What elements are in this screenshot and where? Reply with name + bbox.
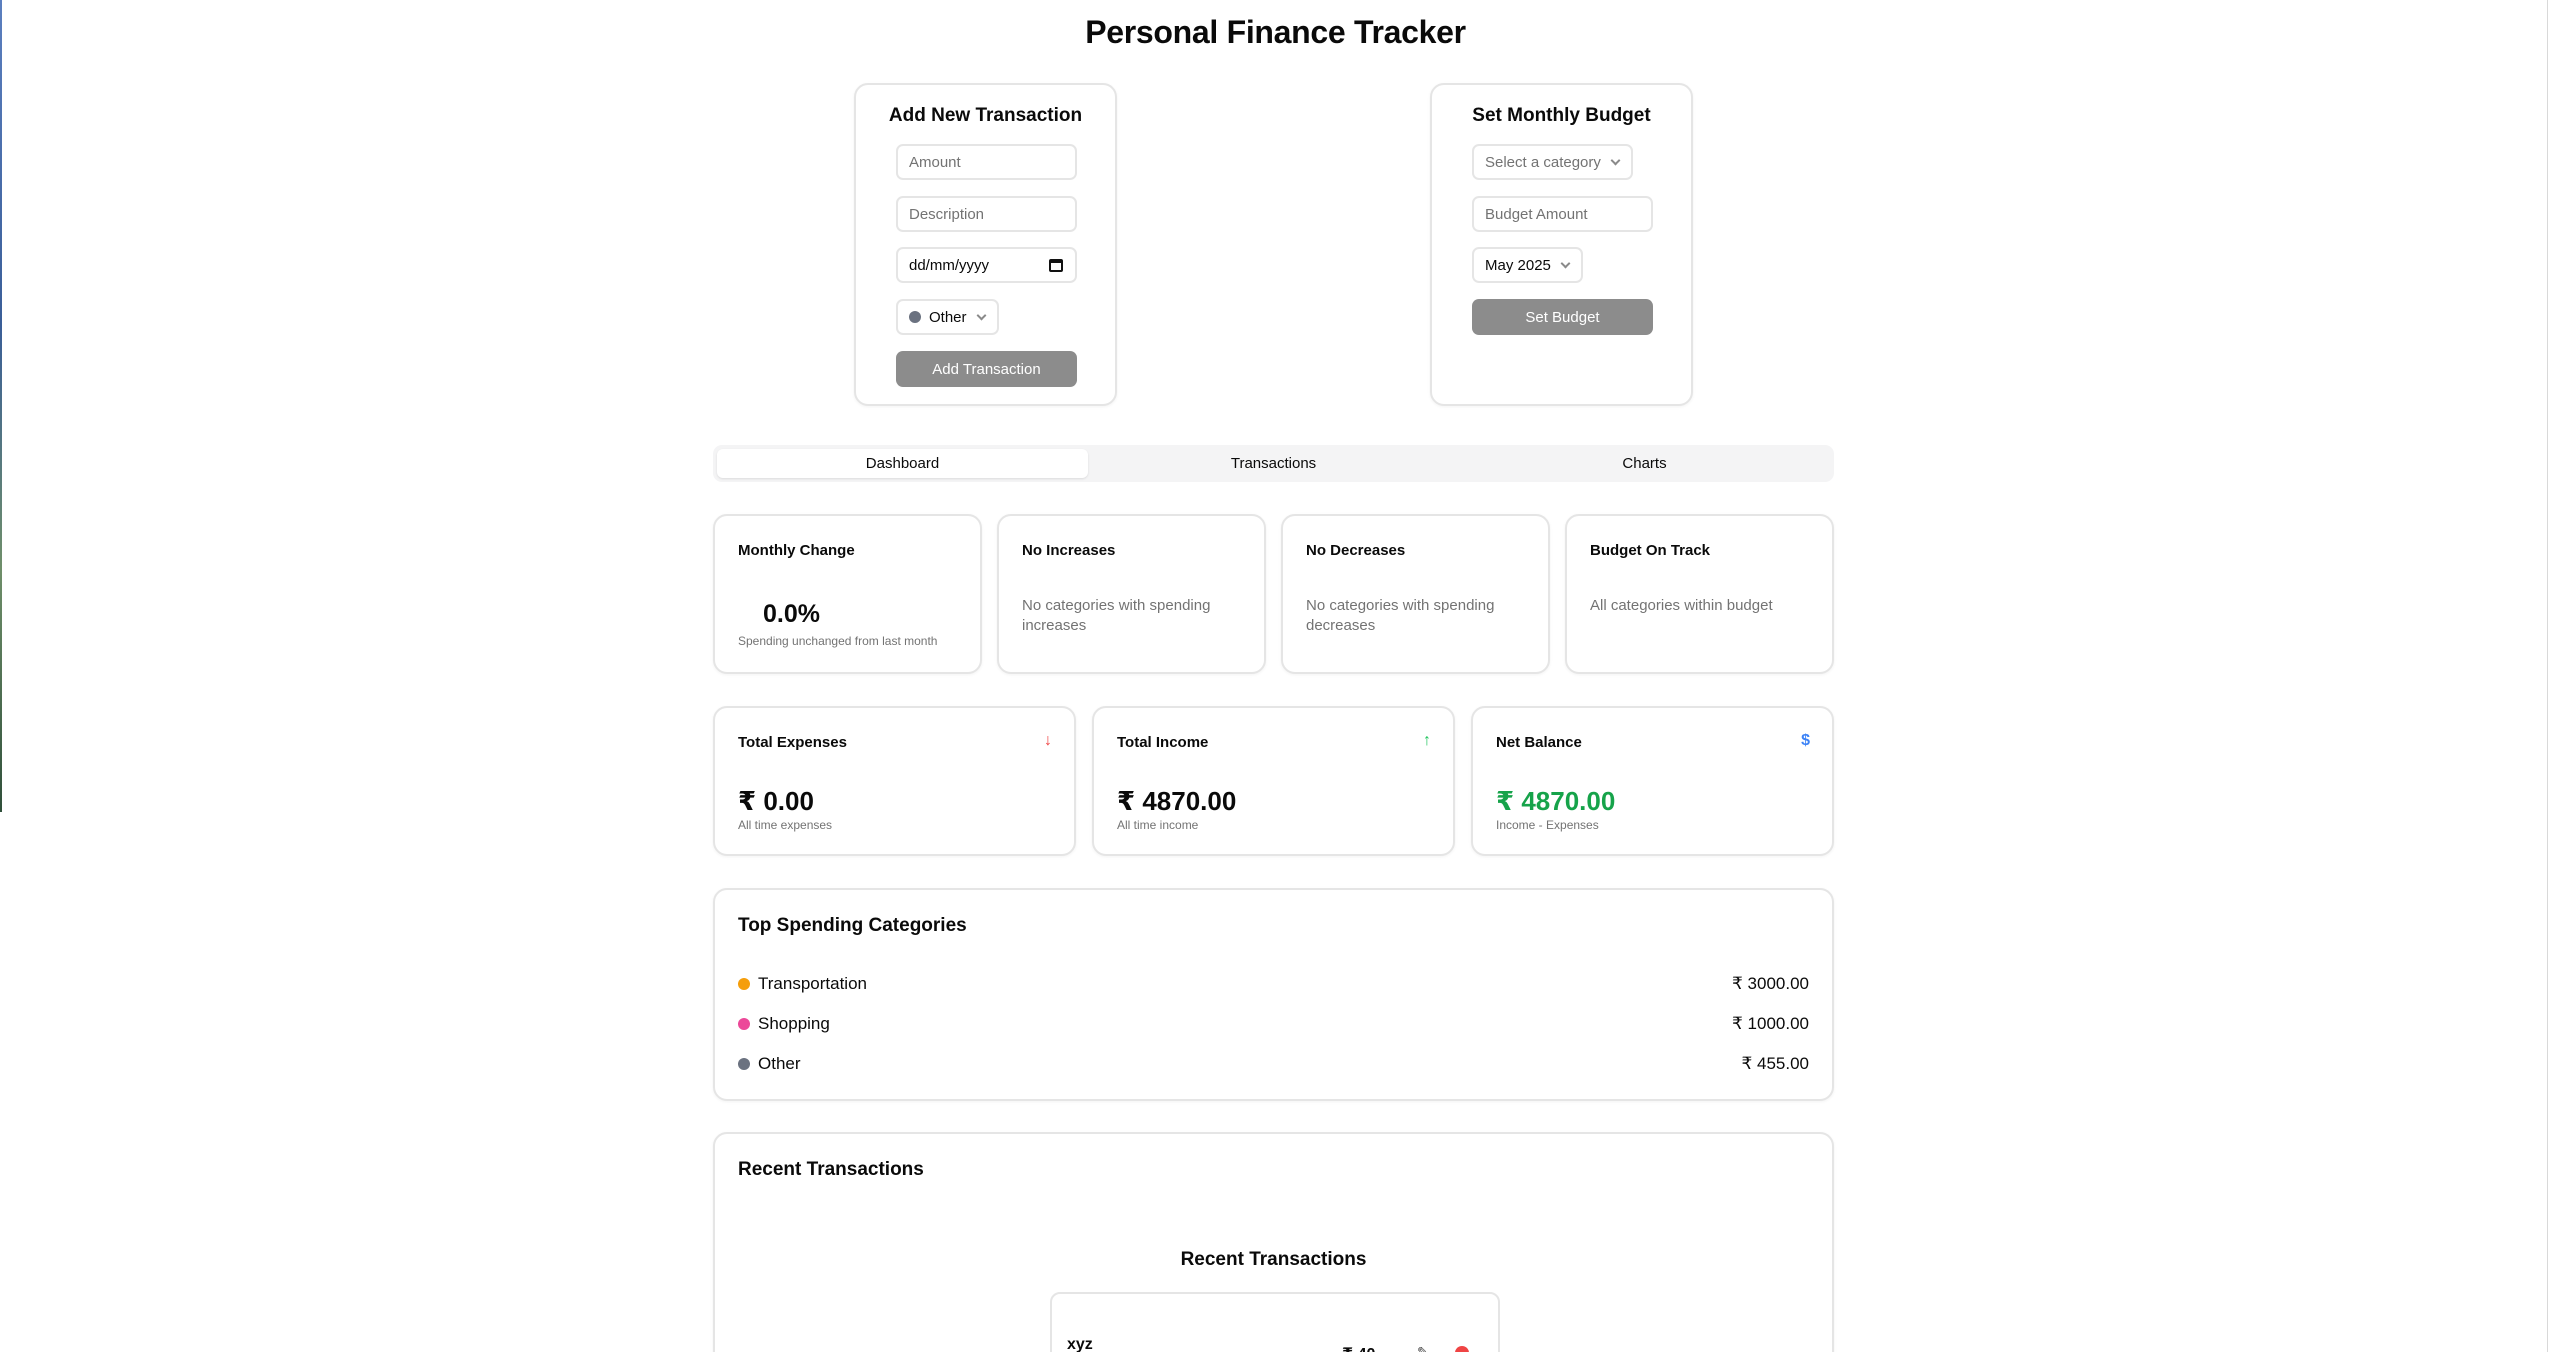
arrow-up-icon: ↑	[1423, 732, 1431, 749]
add-transaction-title: Add New Transaction	[888, 105, 1083, 126]
total-income-value: ₹ 4870.00	[1117, 786, 1237, 816]
category-name: Other	[758, 1054, 801, 1073]
calendar-icon[interactable]	[1049, 258, 1063, 272]
category-amount: ₹ 455.00	[1741, 1054, 1809, 1073]
category-color-dot	[738, 1018, 750, 1030]
decreases-card: No Decreases No categories with spending…	[1281, 514, 1550, 674]
category-color-dot	[909, 311, 921, 323]
set-budget-title: Set Monthly Budget	[1472, 105, 1651, 126]
description-input[interactable]: Description	[896, 196, 1077, 232]
total-expenses-value: ₹ 0.00	[738, 786, 814, 816]
chevron-down-icon	[976, 310, 986, 320]
recent-transactions-subtitle: Recent Transactions	[1180, 1249, 1367, 1270]
net-balance-title: Net Balance	[1496, 734, 1582, 751]
tab-charts[interactable]: Charts	[1459, 449, 1830, 478]
budget-amount-placeholder: Budget Amount	[1485, 205, 1588, 223]
budget-category-placeholder: Select a category	[1485, 153, 1601, 171]
category-name: Shopping	[758, 1014, 830, 1033]
date-placeholder: dd/mm/yyyy	[909, 256, 990, 274]
category-select-value: Other	[929, 308, 967, 326]
tab-transactions[interactable]: Transactions	[1088, 449, 1459, 478]
arrow-down-icon: ↓	[1044, 732, 1052, 749]
category-color-dot	[738, 1058, 750, 1070]
scrollbar-track[interactable]	[2547, 0, 2548, 1352]
total-income-note: All time income	[1117, 818, 1199, 832]
recent-transactions-title: Recent Transactions	[738, 1159, 924, 1180]
list-item: Other ₹ 455.00	[738, 1052, 1809, 1076]
total-income-title: Total Income	[1117, 734, 1209, 751]
total-expenses-card: Total Expenses ↓ ₹ 0.00 All time expense…	[713, 706, 1076, 856]
budget-status-title: Budget On Track	[1590, 542, 1711, 559]
budget-status-card: Budget On Track All categories within bu…	[1565, 514, 1834, 674]
category-amount: ₹ 1000.00	[1732, 1014, 1809, 1033]
list-item: Shopping ₹ 1000.00	[738, 1012, 1809, 1036]
budget-status-text: All categories within budget	[1590, 597, 1773, 614]
description-placeholder: Description	[909, 205, 985, 223]
budget-amount-input[interactable]: Budget Amount	[1472, 196, 1653, 232]
top-spending-title: Top Spending Categories	[738, 915, 967, 936]
net-balance-note: Income - Expenses	[1496, 818, 1599, 832]
category-name: Transportation	[758, 974, 867, 993]
edit-icon[interactable]: ✎	[1417, 1344, 1429, 1352]
monthly-change-card: Monthly Change 0.0% Spending unchanged f…	[713, 514, 982, 674]
total-income-card: Total Income ↑ ₹ 4870.00 All time income	[1092, 706, 1455, 856]
dollar-icon: $	[1801, 732, 1810, 749]
decreases-title: No Decreases	[1306, 542, 1406, 559]
budget-category-select[interactable]: Select a category	[1472, 144, 1633, 180]
total-expenses-note: All time expenses	[738, 818, 833, 832]
increases-text: No categories with spending increases	[1022, 597, 1211, 634]
view-tabs: Dashboard Transactions Charts	[713, 445, 1834, 482]
category-select[interactable]: Other	[896, 299, 999, 335]
set-budget-card: Set Monthly Budget Select a category Bud…	[1430, 83, 1693, 406]
amount-placeholder: Amount	[909, 153, 961, 171]
category-amount: ₹ 3000.00	[1732, 974, 1809, 993]
list-item: Transportation ₹ 3000.00	[738, 972, 1809, 996]
chevron-down-icon	[1610, 155, 1621, 165]
chevron-down-icon	[1560, 258, 1571, 268]
monthly-change-title: Monthly Change	[738, 542, 855, 559]
total-expenses-title: Total Expenses	[738, 734, 847, 751]
background-window-edge	[0, 0, 2, 812]
increases-card: No Increases No categories with spending…	[997, 514, 1266, 674]
budget-month-value: May 2025	[1485, 256, 1551, 274]
decreases-text: No categories with spending decreases	[1306, 597, 1495, 634]
net-balance-card: Net Balance $ ₹ 4870.00 Income - Expense…	[1471, 706, 1834, 856]
top-spending-card: Top Spending Categories Transportation ₹…	[713, 888, 1834, 1101]
tab-dashboard[interactable]: Dashboard	[717, 449, 1088, 478]
net-balance-value: ₹ 4870.00	[1496, 786, 1616, 816]
recent-transactions-card: Recent Transactions Recent Transactions …	[713, 1132, 1834, 1352]
date-input[interactable]: dd/mm/yyyy	[896, 247, 1077, 283]
amount-input[interactable]: Amount	[896, 144, 1077, 180]
transaction-description: xyz	[1067, 1336, 1093, 1352]
increases-title: No Increases	[1022, 542, 1116, 559]
page-title: Personal Finance Tracker	[1085, 14, 1466, 50]
transaction-item: xyz ₹ 40 ✎	[1050, 1292, 1500, 1352]
set-budget-button[interactable]: Set Budget	[1472, 299, 1653, 335]
delete-icon[interactable]	[1455, 1346, 1469, 1352]
monthly-change-value: 0.0%	[763, 600, 820, 628]
add-transaction-button[interactable]: Add Transaction	[896, 351, 1077, 387]
budget-month-select[interactable]: May 2025	[1472, 247, 1583, 283]
monthly-change-note: Spending unchanged from last month	[738, 634, 938, 648]
add-transaction-card: Add New Transaction Amount Description d…	[854, 83, 1117, 406]
transaction-amount: ₹ 40	[1342, 1344, 1375, 1352]
category-color-dot	[738, 978, 750, 990]
